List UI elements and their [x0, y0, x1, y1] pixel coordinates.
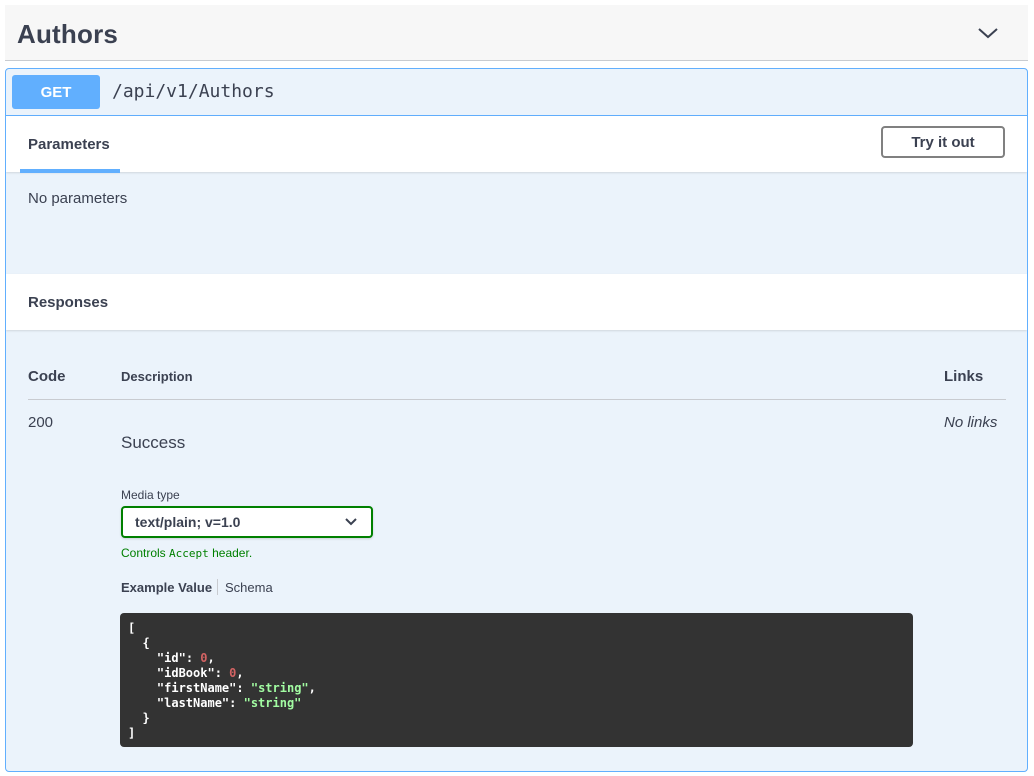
- chevron-down-icon: [345, 518, 357, 526]
- example-value-code: [ { "id": 0, "idBook": 0, "firstName": "…: [120, 613, 913, 747]
- controls-accept-note: Controls Accept header.: [121, 546, 253, 560]
- tab-parameters[interactable]: Parameters: [20, 116, 120, 173]
- table-divider: [28, 399, 1006, 400]
- tag-title: Authors: [17, 19, 119, 49]
- column-header-description: Description: [121, 369, 193, 384]
- no-parameters-text: No parameters: [28, 190, 128, 207]
- tab-schema[interactable]: Schema: [225, 580, 273, 595]
- responses-title: Responses: [28, 294, 109, 311]
- response-links: No links: [944, 414, 998, 431]
- media-type-value: text/plain; v=1.0: [135, 514, 241, 530]
- accept-header-code: Accept: [169, 547, 209, 560]
- example-json: [ { "id": 0, "idBook": 0, "firstName": "…: [128, 621, 316, 740]
- column-header-links: Links: [944, 368, 984, 385]
- tab-parameters-label: Parameters: [28, 136, 110, 153]
- response-code: 200: [28, 414, 54, 431]
- responses-header: Responses: [6, 274, 1027, 330]
- tab-example-value[interactable]: Example Value: [121, 580, 212, 595]
- method-badge: GET: [12, 75, 100, 109]
- try-it-out-button[interactable]: Try it out: [881, 126, 1005, 158]
- response-description: Success: [121, 433, 186, 452]
- parameters-header: Parameters Try it out: [6, 116, 1027, 173]
- media-type-select[interactable]: text/plain; v=1.0: [121, 506, 373, 538]
- column-header-code: Code: [28, 368, 66, 385]
- tag-header[interactable]: Authors: [5, 5, 1028, 61]
- operation-path: /api/v1/Authors: [112, 81, 275, 102]
- operation-block-get: GET /api/v1/Authors Parameters Try it ou…: [5, 68, 1028, 772]
- tab-divider: [217, 579, 218, 595]
- media-type-label: Media type: [121, 488, 180, 502]
- chevron-down-icon[interactable]: [976, 23, 1000, 43]
- operation-summary[interactable]: GET /api/v1/Authors: [6, 69, 1027, 116]
